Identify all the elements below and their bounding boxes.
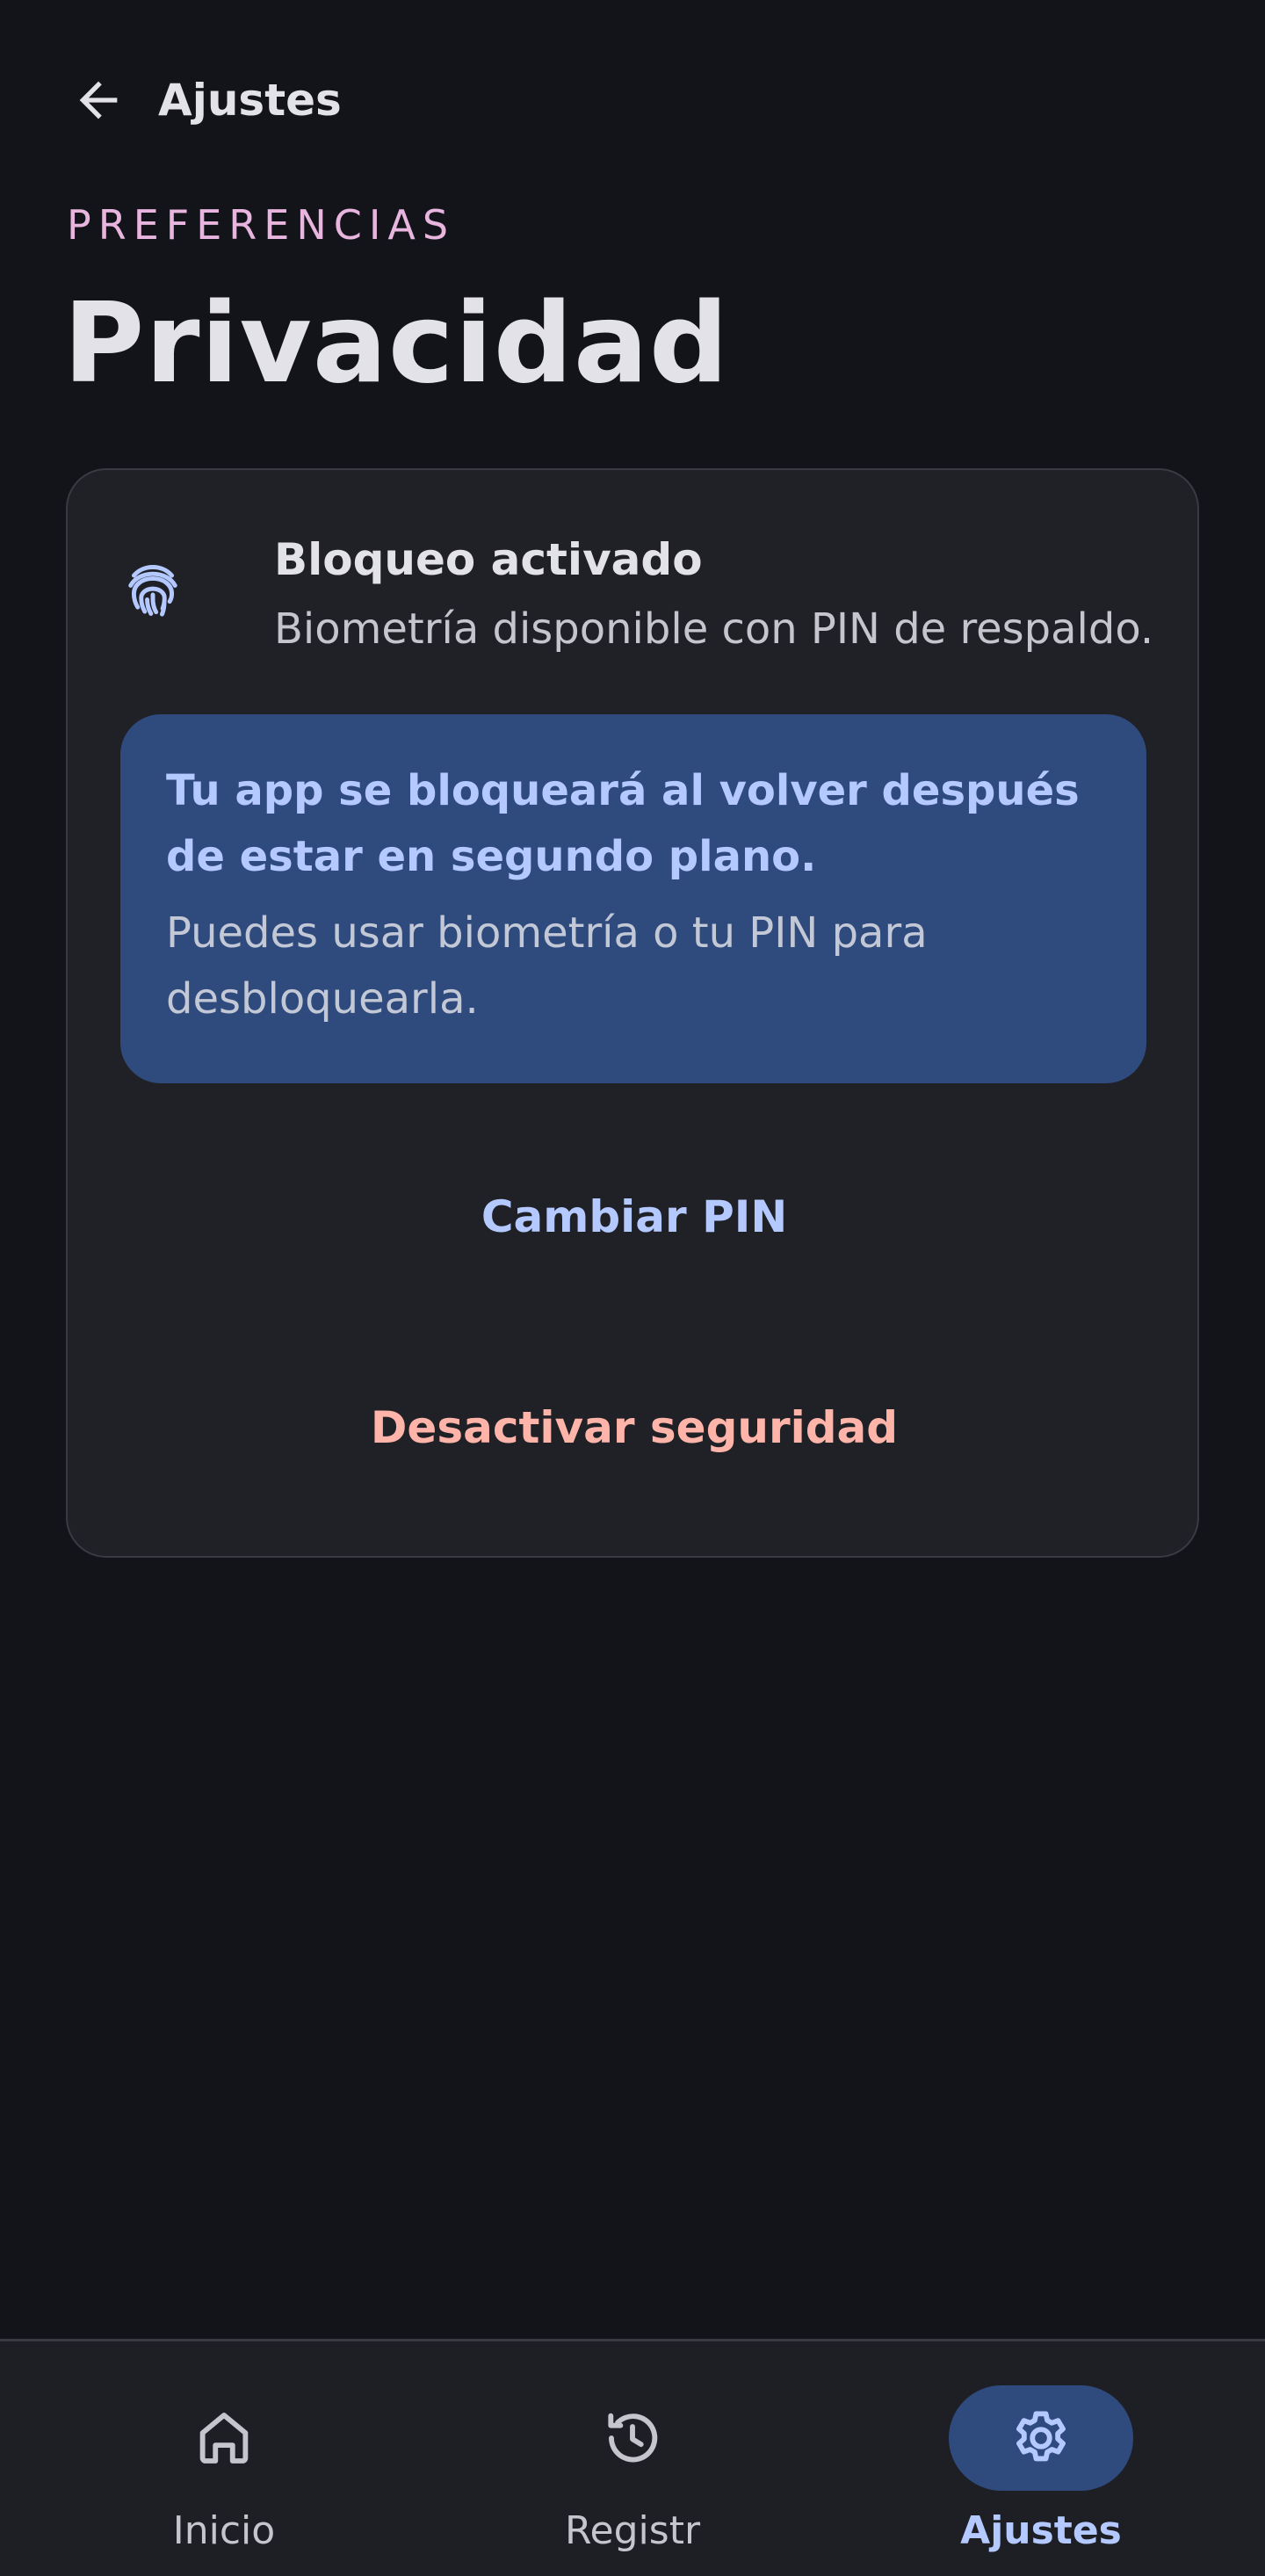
status-subtitle: Biometría disponible con PIN de respaldo… — [274, 604, 1154, 654]
section-overline: PREFERENCIAS — [67, 201, 456, 249]
lock-info-banner: Tu app se bloqueará al volver después de… — [120, 714, 1146, 1083]
nav-item-ajustes[interactable]: Ajustes — [830, 2341, 1252, 2576]
top-app-bar: Ajustes — [0, 0, 1265, 202]
nav-label: Ajustes — [960, 2508, 1122, 2553]
back-button[interactable] — [53, 54, 144, 146]
nav-item-registro[interactable]: Registr — [422, 2341, 843, 2576]
nav-label: Registr — [564, 2508, 701, 2553]
nav-label: Inicio — [172, 2508, 276, 2553]
disable-security-button[interactable]: Desactivar seguridad — [68, 1362, 1201, 1494]
banner-body: Puedes usar biometría o tu PIN para desb… — [166, 908, 928, 1024]
lock-status: Bloqueo activado Biometría disponible co… — [120, 532, 1153, 655]
arrow-back-icon — [79, 81, 118, 119]
fingerprint-icon — [120, 558, 185, 623]
bottom-navigation: Inicio Registr Ajustes — [0, 2339, 1265, 2576]
back-label: Ajustes — [158, 75, 342, 126]
nav-pill-active — [949, 2385, 1133, 2491]
gear-icon — [1016, 2411, 1066, 2462]
nav-item-inicio[interactable]: Inicio — [13, 2341, 435, 2576]
banner-title: Tu app se bloqueará al volver después de… — [166, 766, 1080, 881]
nav-pill — [132, 2385, 316, 2491]
status-title: Bloqueo activado — [274, 534, 703, 585]
change-pin-button[interactable]: Cambiar PIN — [68, 1151, 1201, 1283]
home-icon — [199, 2413, 249, 2464]
nav-pill — [540, 2385, 725, 2491]
page-title: Privacidad — [63, 279, 730, 408]
security-card: Bloqueo activado Biometría disponible co… — [66, 468, 1199, 1558]
history-icon — [608, 2413, 658, 2463]
privacy-settings-screen: Ajustes PREFERENCIAS Privacidad Bloqueo … — [0, 0, 1265, 2576]
